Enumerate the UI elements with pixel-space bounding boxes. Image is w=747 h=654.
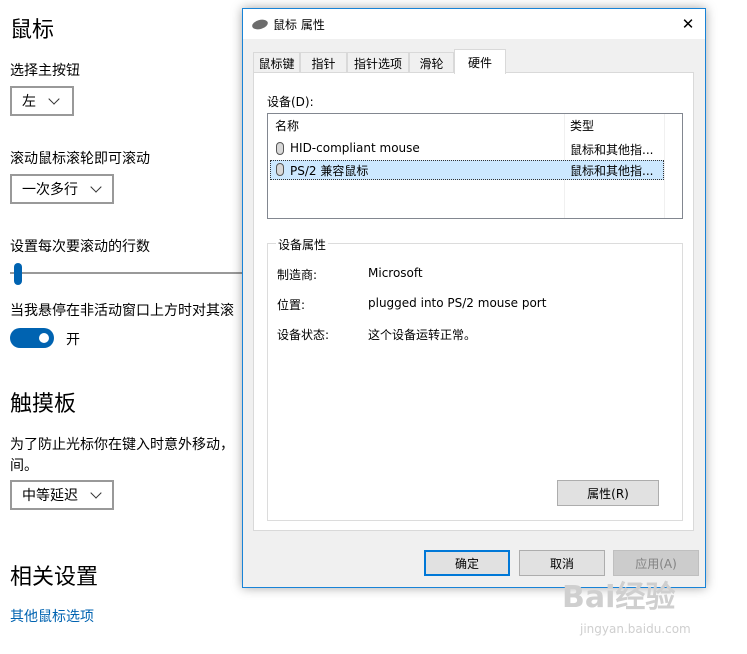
device-type: 鼠标和其他指... [570, 143, 654, 157]
toggle-state-text: 开 [66, 332, 80, 348]
device-row[interactable]: HID-compliant mouse 鼠标和其他指... [270, 139, 664, 159]
watermark-url: jingyan.baidu.com [580, 622, 691, 636]
other-mouse-options-link[interactable]: 其他鼠标选项 [10, 606, 94, 626]
mouse-device-icon [276, 142, 284, 155]
touchpad-delay-dropdown[interactable]: 中等延迟 [10, 480, 114, 510]
devices-label: 设备(D): [267, 95, 314, 109]
close-icon: ✕ [681, 15, 695, 33]
dialog-titlebar[interactable]: 鼠标 属性 ✕ [243, 9, 705, 39]
tab-buttons[interactable]: 鼠标键 [253, 52, 300, 73]
manufacturer-value: Microsoft [368, 266, 423, 280]
location-label: 位置: [277, 298, 306, 312]
device-name: PS/2 兼容鼠标 [290, 164, 369, 178]
mouse-icon [251, 17, 269, 31]
device-name: HID-compliant mouse [290, 141, 420, 155]
location-value: plugged into PS/2 mouse port [368, 296, 547, 310]
close-button[interactable]: ✕ [671, 9, 705, 39]
group-title: 设备属性 [276, 236, 329, 253]
touchpad-title: 触摸板 [10, 392, 77, 417]
primary-button-dropdown[interactable]: 左 [10, 86, 74, 116]
mouse-device-icon [276, 163, 284, 176]
hardware-panel: 设备(D): 名称 类型 HID-compliant mouse 鼠标和其他指.… [253, 72, 694, 531]
inactive-scroll-label: 当我悬停在非活动窗口上方时对其滚 [10, 303, 234, 319]
touchpad-desc-line1: 为了防止光标你在键入时意外移动， [10, 437, 234, 453]
tab-hardware[interactable]: 硬件 [454, 49, 506, 74]
properties-button[interactable]: 属性(R) [557, 480, 659, 506]
touchpad-desc-line2: 间。 [10, 458, 38, 474]
scroll-label: 滚动鼠标滚轮即可滚动 [10, 151, 150, 167]
column-header-name[interactable]: 名称 [275, 114, 299, 136]
chevron-down-icon [90, 181, 102, 193]
scroll-dropdown[interactable]: 一次多行 [10, 174, 114, 204]
device-status-value: 这个设备运转正常。 [368, 328, 477, 342]
chevron-down-icon [90, 487, 102, 499]
tab-pointers[interactable]: 指针 [300, 52, 347, 73]
watermark-logo: Bai经验 [562, 580, 676, 615]
manufacturer-label: 制造商: [277, 268, 318, 282]
touchpad-delay-value: 中等延迟 [22, 488, 78, 504]
chevron-down-icon [48, 93, 60, 105]
lines-slider-thumb[interactable] [14, 263, 22, 285]
dialog-title: 鼠标 属性 [273, 17, 325, 32]
device-properties-group: 设备属性 制造商: Microsoft 位置: plugged into PS/… [267, 236, 683, 521]
ok-button[interactable]: 确定 [424, 550, 510, 576]
device-row-selected[interactable]: PS/2 兼容鼠标 鼠标和其他指... [270, 160, 664, 180]
tab-wheel[interactable]: 滑轮 [409, 52, 454, 73]
lines-label: 设置每次要滚动的行数 [10, 239, 150, 255]
device-status-label: 设备状态: [277, 328, 330, 342]
primary-button-label: 选择主按钮 [10, 63, 80, 79]
column-header-type[interactable]: 类型 [570, 114, 594, 136]
related-settings-title: 相关设置 [10, 565, 99, 590]
scroll-value: 一次多行 [22, 182, 78, 198]
toggle-knob [39, 333, 49, 343]
column-divider [664, 114, 665, 218]
primary-button-value: 左 [22, 94, 36, 110]
tab-pointer-options[interactable]: 指针选项 [347, 52, 409, 73]
device-type: 鼠标和其他指... [570, 164, 654, 178]
lines-slider-track[interactable] [10, 272, 250, 274]
page-title: 鼠标 [10, 18, 55, 43]
mouse-properties-dialog: 鼠标 属性 ✕ 鼠标键 指针 指针选项 滑轮 硬件 设备(D): 名称 类型 H… [242, 8, 706, 588]
inactive-scroll-toggle[interactable] [10, 328, 54, 348]
devices-list[interactable]: 名称 类型 HID-compliant mouse 鼠标和其他指... PS/2… [267, 113, 683, 219]
